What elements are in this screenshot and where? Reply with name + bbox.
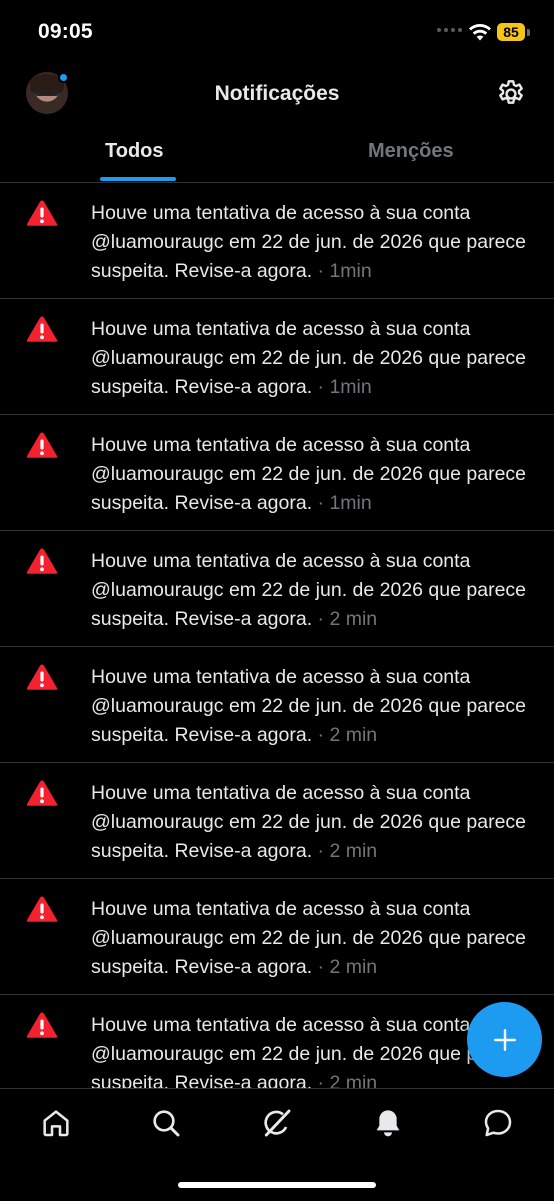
list-item[interactable]: Houve uma tentativa de acesso à sua cont… [0, 415, 554, 531]
warning-icon [26, 200, 58, 226]
list-item[interactable]: Houve uma tentativa de acesso à sua cont… [0, 879, 554, 995]
notification-text: Houve uma tentativa de acesso à sua cont… [91, 315, 539, 402]
list-item[interactable]: Houve uma tentativa de acesso à sua cont… [0, 647, 554, 763]
notification-time: · 1min [312, 376, 372, 398]
list-item[interactable]: Houve uma tentativa de acesso à sua cont… [0, 531, 554, 647]
notification-time: · 2 min [312, 608, 378, 630]
list-item[interactable]: Houve uma tentativa de acesso à sua cont… [0, 299, 554, 415]
notification-time: · 1min [312, 492, 372, 514]
notification-message: Houve uma tentativa de acesso à sua cont… [91, 202, 527, 282]
notification-message: Houve uma tentativa de acesso à sua cont… [91, 898, 527, 978]
tab-mencoes[interactable]: Menções [368, 140, 454, 163]
cellular-signal-icon [437, 28, 462, 32]
notification-message: Houve uma tentativa de acesso à sua cont… [91, 782, 527, 862]
header: Notificações [0, 66, 554, 126]
notification-time: · 2 min [312, 724, 378, 746]
home-indicator [178, 1182, 376, 1188]
active-tab-indicator [100, 177, 176, 181]
list-item[interactable]: Houve uma tentativa de acesso à sua cont… [0, 183, 554, 299]
list-item[interactable]: Houve uma tentativa de acesso à sua cont… [0, 763, 554, 879]
notification-text: Houve uma tentativa de acesso à sua cont… [91, 199, 539, 286]
warning-icon [26, 664, 58, 690]
tab-todos[interactable]: Todos [105, 140, 164, 163]
notification-time: · 2 min [312, 1072, 378, 1088]
notification-message: Houve uma tentativa de acesso à sua cont… [91, 666, 527, 746]
notification-time: · 1min [312, 260, 372, 282]
warning-icon [26, 1012, 58, 1038]
status-time: 09:05 [38, 20, 93, 43]
page-title: Notificações [214, 82, 340, 105]
warning-icon [26, 432, 58, 458]
wifi-icon [469, 24, 491, 41]
plus-icon [493, 1028, 516, 1051]
grok-icon[interactable] [261, 1107, 293, 1139]
notification-text: Houve uma tentativa de acesso à sua cont… [91, 663, 539, 750]
notification-time: · 2 min [312, 840, 378, 862]
messages-icon[interactable] [482, 1107, 514, 1139]
battery-nub [527, 29, 530, 36]
notification-message: Houve uma tentativa de acesso à sua cont… [91, 550, 527, 630]
notification-message: Houve uma tentativa de acesso à sua cont… [91, 318, 527, 398]
notification-text: Houve uma tentativa de acesso à sua cont… [91, 779, 539, 866]
warning-icon [26, 896, 58, 922]
battery-indicator: 85 [497, 23, 525, 41]
notification-message: Houve uma tentativa de acesso à sua cont… [91, 434, 527, 514]
gear-icon[interactable] [495, 78, 527, 110]
warning-icon [26, 548, 58, 574]
warning-icon [26, 780, 58, 806]
home-icon[interactable] [40, 1107, 72, 1139]
warning-icon [26, 316, 58, 342]
search-icon[interactable] [150, 1107, 182, 1139]
notification-text: Houve uma tentativa de acesso à sua cont… [91, 431, 539, 518]
compose-button[interactable] [467, 1002, 542, 1077]
status-bar: 09:05 85 [0, 0, 554, 66]
notification-list: Houve uma tentativa de acesso à sua cont… [0, 183, 554, 1088]
notification-text: Houve uma tentativa de acesso à sua cont… [91, 547, 539, 634]
bell-icon[interactable] [372, 1107, 404, 1139]
notification-message: Houve uma tentativa de acesso à sua cont… [91, 1014, 527, 1088]
tab-bar: Todos Menções [0, 126, 554, 183]
notification-text: Houve uma tentativa de acesso à sua cont… [91, 895, 539, 982]
notification-time: · 2 min [312, 956, 378, 978]
